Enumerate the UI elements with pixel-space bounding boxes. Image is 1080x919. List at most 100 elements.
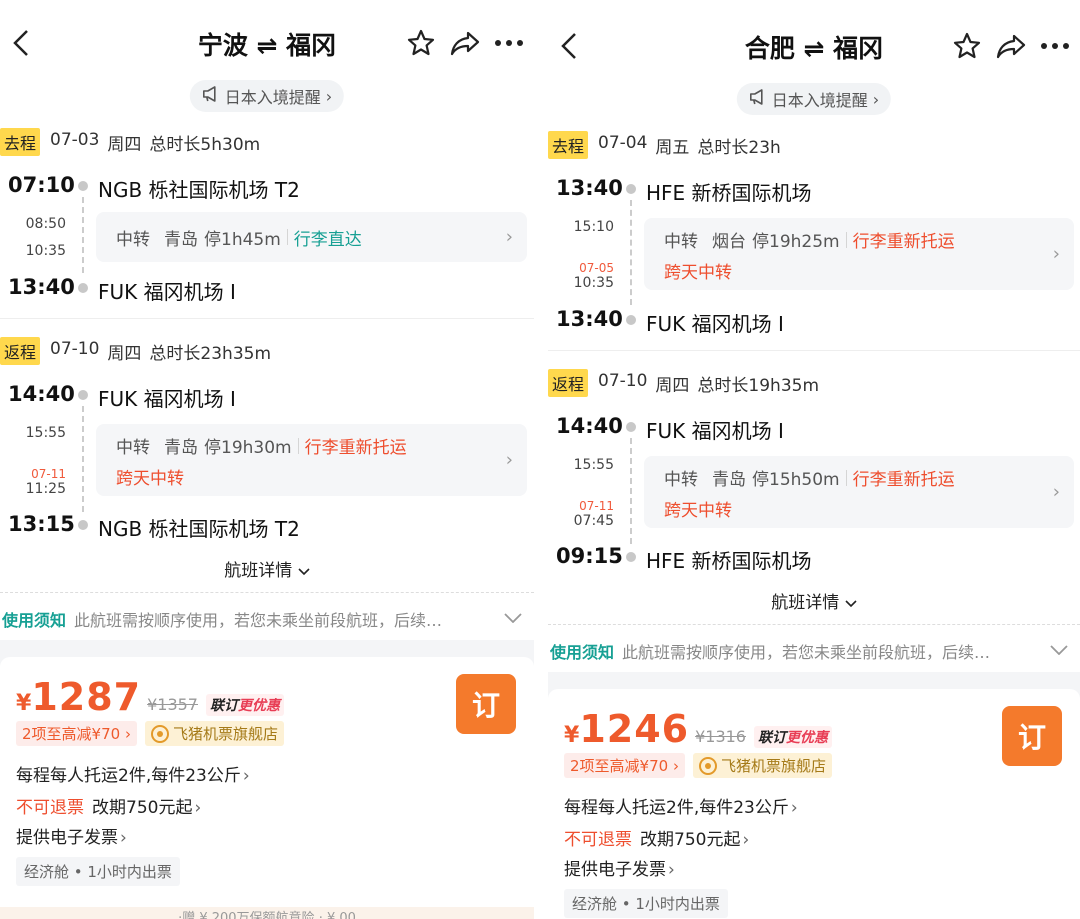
chevron-down-icon — [504, 611, 522, 627]
outbound-transfer-arr: 08:50 — [25, 216, 66, 232]
divider — [0, 592, 534, 593]
return-date: 07-10 — [598, 370, 648, 391]
refund-info[interactable]: 不可退票 改期750元起 › — [16, 793, 201, 818]
chevron-right-icon: › — [505, 226, 513, 248]
chevron-down-icon — [845, 593, 857, 613]
return-weekday: 周四 — [107, 343, 142, 364]
header-bar: 宁波 ⇌ 福冈 — [0, 20, 534, 66]
entry-notice-chip[interactable]: 日本入境提醒 › — [189, 80, 345, 112]
notice-text: 日本入境提醒 — [771, 91, 868, 110]
transfer-baggage: 行李直达 — [293, 229, 362, 250]
header-actions — [404, 26, 526, 60]
chevron-down-icon — [1050, 643, 1068, 659]
flight-details-link[interactable]: 航班详情 — [548, 588, 1080, 613]
return-transfer-arr: 15:55 — [573, 457, 614, 473]
divider — [548, 624, 1080, 625]
discount-badge[interactable]: 2项至高减¥70 › — [16, 721, 137, 746]
transfer-kind: 中转 — [664, 470, 698, 490]
outbound-transfer-box[interactable]: 中转 青岛 停1h45m 行李直达 › — [96, 212, 527, 262]
entry-notice-chip[interactable]: 日本入境提醒 › — [736, 83, 892, 115]
chevron-right-icon: › — [194, 798, 202, 818]
invoice-info[interactable]: 提供电子发票 › — [16, 823, 127, 848]
return-transfer-box[interactable]: 中转 青岛 停19h30m 行李重新托运 跨天中转 › — [96, 424, 527, 496]
price: 1246 — [579, 707, 690, 751]
transfer-stop: 停15h50m — [752, 470, 840, 490]
return-weekday: 周四 — [655, 375, 690, 396]
transfer-stop: 停19h25m — [752, 232, 840, 252]
chevron-right-icon: › — [790, 798, 798, 818]
invoice-text: 提供电子发票 — [16, 828, 118, 848]
change-fee-text: 改期750元起 — [92, 798, 193, 818]
divider — [0, 318, 534, 319]
outbound-arr-airport: FUK 福冈机场 I — [98, 280, 236, 304]
ningbo-fukuoka-panel: 宁波 ⇌ 福冈 日本入境提醒 › 去程 07-03 周四 总时长5h30m 07… — [0, 0, 534, 919]
divider — [548, 350, 1080, 351]
return-dep-time: 14:40 — [556, 414, 623, 438]
timeline-dot — [78, 181, 88, 191]
invoice-text: 提供电子发票 — [564, 860, 666, 880]
baggage-info[interactable]: 每程每人托运2件,每件23公斤 › — [564, 793, 798, 818]
change-fee-text: 改期750元起 — [640, 830, 741, 850]
return-transfer-box[interactable]: 中转 青岛 停15h50m 行李重新托运 跨天中转 › — [644, 456, 1074, 528]
more-dots-icon[interactable] — [492, 26, 526, 60]
store-badge[interactable]: 飞猪机票旗舰店 — [692, 753, 832, 778]
store-name: 飞猪机票旗舰店 — [172, 725, 278, 743]
outbound-date: 07-04 — [598, 132, 648, 153]
transfer-stop: 停19h30m — [204, 438, 292, 458]
separator — [297, 437, 299, 454]
flight-details-link[interactable]: 航班详情 — [0, 556, 534, 581]
star-icon[interactable] — [404, 26, 438, 60]
discount-badge[interactable]: 2项至高减¥70 › — [564, 753, 685, 778]
timeline-dot — [626, 422, 636, 432]
cabin-tag: 经济舱 • 1小时内出票 — [16, 857, 180, 886]
return-header: 返程 07-10 周四 总时长19h35m — [548, 369, 1080, 397]
book-button[interactable]: 订 — [456, 674, 516, 734]
baggage-text: 每程每人托运2件,每件23公斤 — [564, 798, 789, 818]
usage-label: 使用须知 — [2, 611, 67, 630]
flight-details-label: 航班详情 — [224, 561, 293, 581]
separator — [845, 469, 847, 486]
usage-notice[interactable]: 使用须知 此航班需按顺序使用，若您未乘坐前段航班，后续… — [2, 605, 534, 633]
return-transfer-next-date: 07-11 — [579, 499, 614, 513]
star-icon[interactable] — [950, 29, 984, 63]
chevron-right-icon: › — [742, 830, 750, 850]
transfer-kind: 中转 — [116, 438, 150, 458]
baggage-info[interactable]: 每程每人托运2件,每件23公斤 › — [16, 761, 250, 786]
more-dots-icon[interactable] — [1038, 29, 1072, 63]
transfer-city: 青岛 — [164, 229, 198, 250]
outbound-transfer-box[interactable]: 中转 烟台 停19h25m 行李重新托运 跨天中转 › — [644, 218, 1074, 290]
price-card: ¥ 1246 ¥1316 联订更优惠 订 2项至高减¥70 › 飞猪机票旗舰店 … — [548, 689, 1080, 919]
bundle-promo: 联订更优惠 — [753, 726, 832, 748]
chevron-right-icon: › — [120, 828, 127, 848]
store-badge[interactable]: 飞猪机票旗舰店 — [144, 721, 284, 746]
badges-row: 2项至高减¥70 › 飞猪机票旗舰店 — [564, 753, 832, 778]
return-arr-time: 13:15 — [8, 512, 75, 536]
usage-notice[interactable]: 使用须知 此航班需按顺序使用，若您未乘坐前段航班，后续… — [550, 637, 1080, 665]
badges-row: 2项至高减¥70 › 飞猪机票旗舰店 — [16, 721, 284, 746]
return-duration: 总时长19h35m — [697, 375, 820, 396]
outbound-dep-time: 13:40 — [556, 176, 623, 200]
return-duration: 总时长23h35m — [149, 343, 272, 364]
chevron-down-icon — [298, 561, 310, 581]
baggage-text: 每程每人托运2件,每件23公斤 — [16, 766, 241, 786]
outbound-arr-airport: FUK 福冈机场 I — [646, 312, 784, 336]
chevron-right-icon: › — [668, 860, 675, 880]
refund-info[interactable]: 不可退票 改期750元起 › — [564, 825, 749, 850]
usage-label: 使用须知 — [550, 643, 615, 662]
outbound-weekday: 周四 — [107, 134, 142, 155]
chevron-right-icon: › — [325, 86, 333, 106]
timeline-line — [82, 406, 84, 512]
fliggy-logo-icon — [150, 724, 169, 743]
transfer-city: 青岛 — [164, 438, 198, 458]
timeline-dot — [78, 390, 88, 400]
chevron-right-icon: › — [1052, 243, 1060, 265]
book-button[interactable]: 订 — [1002, 706, 1062, 766]
outbound-duration: 总时长5h30m — [149, 134, 261, 155]
share-arrow-icon[interactable] — [448, 26, 482, 60]
outbound-tag: 去程 — [0, 128, 41, 156]
return-arr-time: 09:15 — [556, 544, 623, 568]
share-arrow-icon[interactable] — [994, 29, 1028, 63]
timeline-dot — [78, 520, 88, 530]
invoice-info[interactable]: 提供电子发票 › — [564, 855, 675, 880]
transfer-city: 青岛 — [712, 470, 746, 490]
